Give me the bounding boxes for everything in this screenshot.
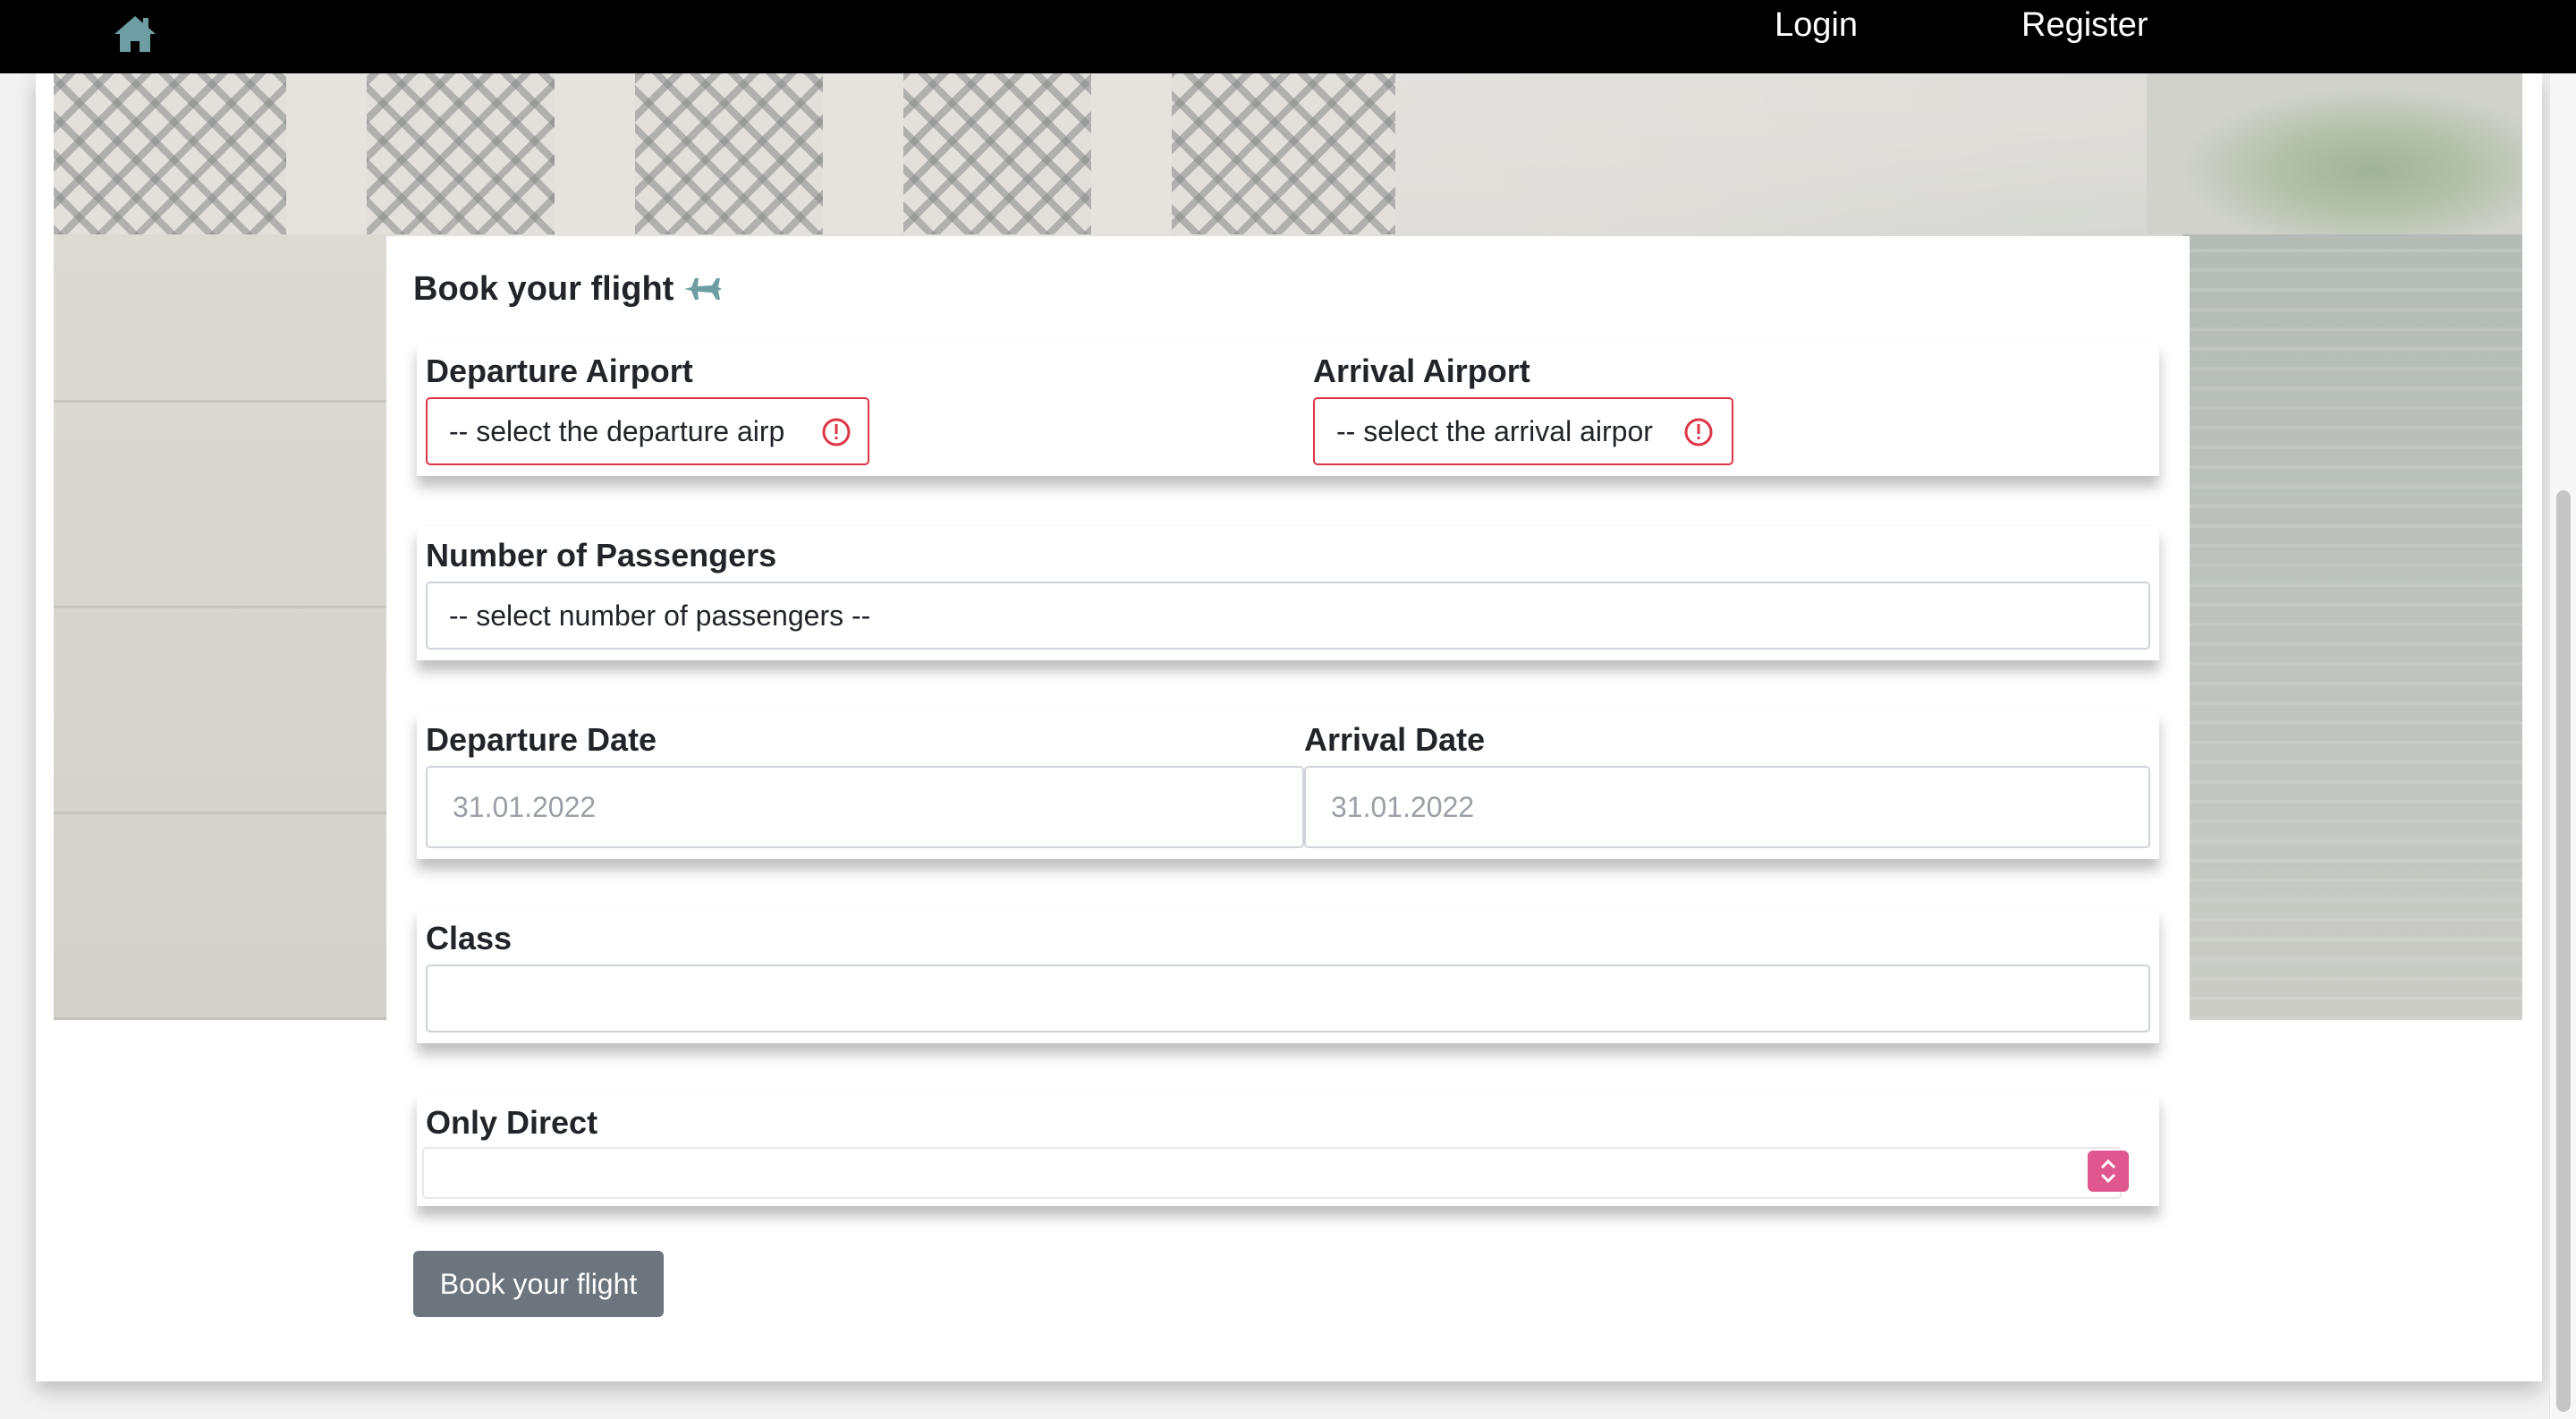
- form-title: Book your flight: [413, 268, 724, 310]
- dates-card: Departure Date 31.01.2022 Arrival Date 3…: [417, 710, 2159, 859]
- home-icon[interactable]: [113, 14, 157, 54]
- arrival-airport-label: Arrival Airport: [1313, 353, 1530, 389]
- departure-date-input[interactable]: 31.01.2022: [426, 766, 1304, 848]
- register-link[interactable]: Register: [2021, 5, 2148, 45]
- arrival-airport-value: -- select the arrival airpor: [1336, 415, 1653, 447]
- class-card: Class: [417, 909, 2159, 1043]
- top-navbar: Login Register: [0, 0, 2576, 73]
- departure-date-label: Departure Date: [426, 721, 657, 758]
- airports-card: Departure Airport -- select the departur…: [417, 342, 2159, 476]
- only-direct-select[interactable]: [422, 1147, 2122, 1199]
- book-flight-button[interactable]: Book your flight: [413, 1251, 664, 1317]
- form-title-text: Book your flight: [413, 270, 674, 308]
- exclamation-circle-icon: [1684, 418, 1713, 446]
- class-select[interactable]: [426, 964, 2150, 1032]
- departure-airport-select[interactable]: -- select the departure airp: [426, 397, 869, 465]
- scrollbar-thumb[interactable]: [2556, 490, 2571, 1412]
- passengers-select[interactable]: -- select number of passengers --: [426, 582, 2150, 650]
- airplane-icon: [684, 278, 723, 300]
- passengers-label: Number of Passengers: [426, 537, 777, 574]
- select-stepper-icon[interactable]: [2088, 1151, 2129, 1192]
- passengers-value: -- select number of passengers --: [449, 599, 871, 632]
- arrival-date-label: Arrival Date: [1304, 721, 1486, 758]
- arrival-date-input[interactable]: 31.01.2022: [1304, 766, 2150, 848]
- arrival-airport-select[interactable]: -- select the arrival airpor: [1313, 397, 1733, 465]
- departure-airport-value: -- select the departure airp: [449, 415, 785, 447]
- class-label: Class: [426, 920, 513, 956]
- only-direct-label: Only Direct: [426, 1104, 598, 1141]
- only-direct-card: Only Direct: [417, 1093, 2159, 1206]
- departure-airport-label: Departure Airport: [426, 353, 693, 389]
- exclamation-circle-icon: [822, 418, 851, 446]
- login-link[interactable]: Login: [1775, 5, 1858, 45]
- passengers-card: Number of Passengers -- select number of…: [417, 526, 2159, 660]
- booking-form-panel: Book your flight Departure Airport -- se…: [386, 236, 2190, 1381]
